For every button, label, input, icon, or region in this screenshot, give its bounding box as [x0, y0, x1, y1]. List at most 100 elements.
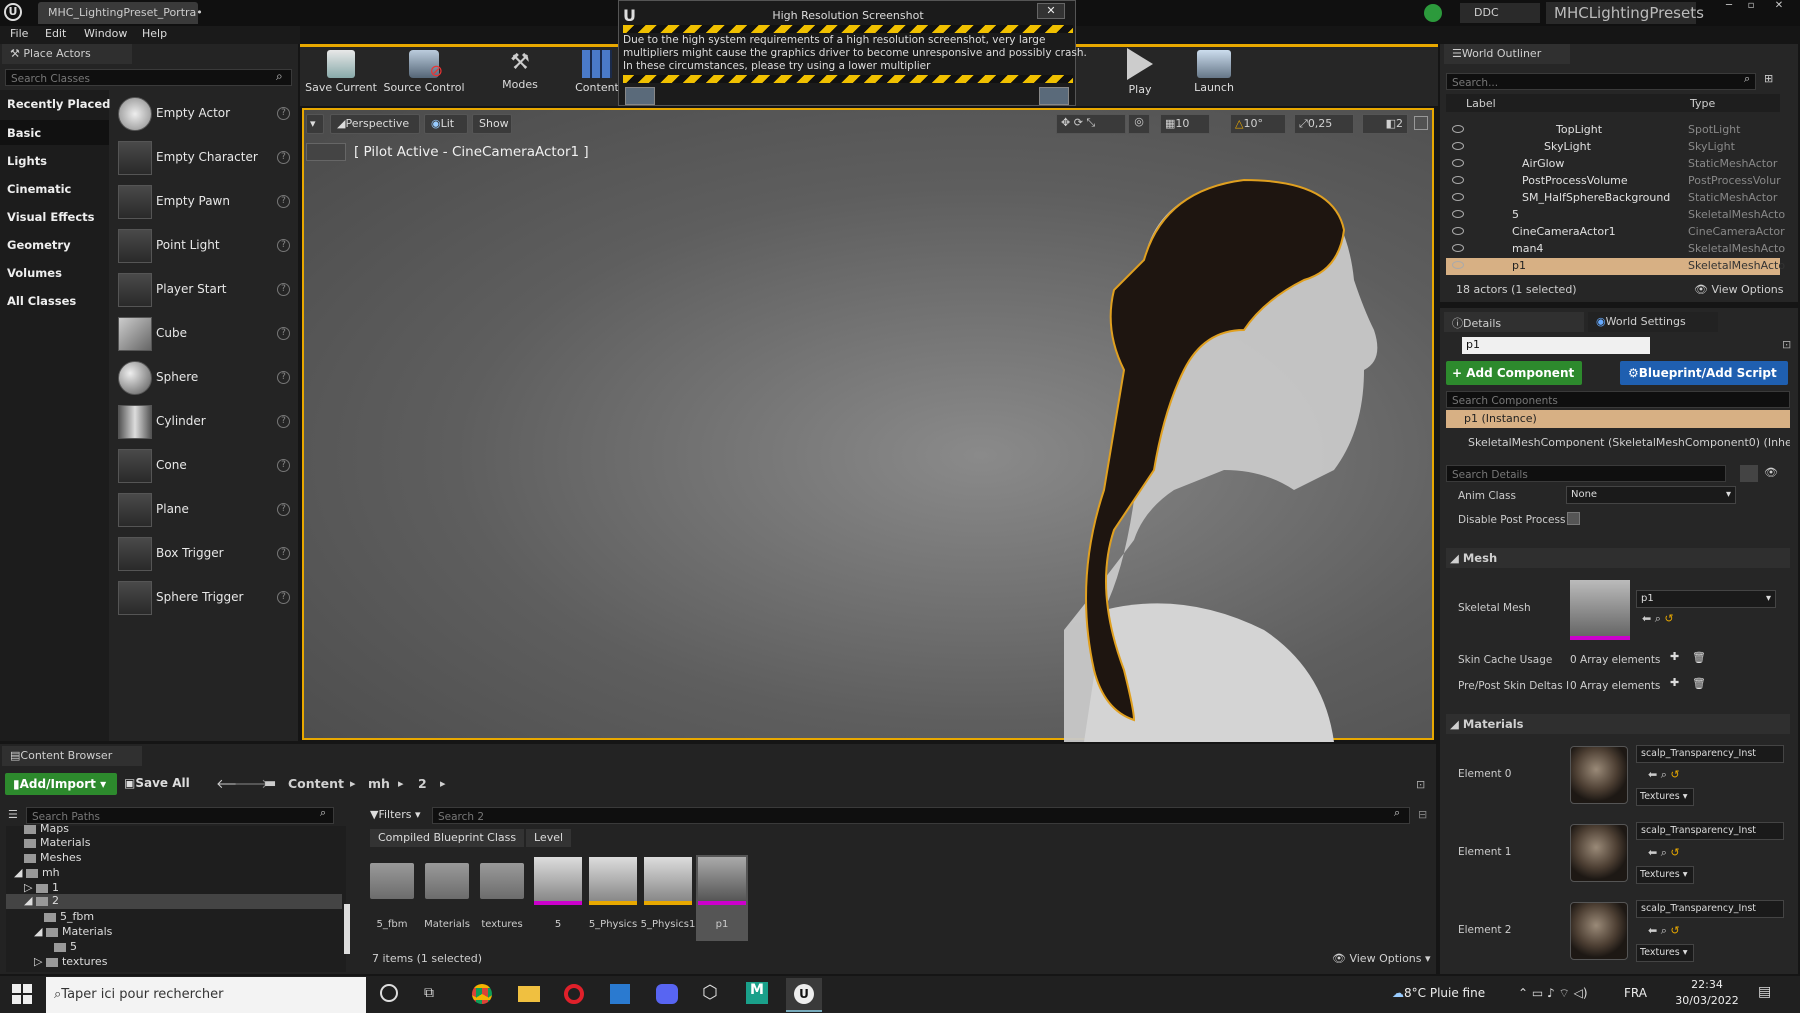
visibility-eye-icon[interactable] — [1452, 261, 1464, 269]
asset-folder[interactable]: textures — [476, 855, 528, 941]
task-view-icon[interactable]: ⧉ — [424, 985, 434, 1001]
lock-icon[interactable]: ⊡ — [1416, 778, 1425, 791]
asset-search-input[interactable]: Search 2 — [432, 807, 1410, 824]
category-all-classes[interactable]: All Classes — [7, 294, 76, 308]
actor-cylinder[interactable]: Cylinder? — [116, 403, 292, 443]
save-current-button[interactable]: Save Current — [304, 46, 378, 94]
filter-chip-level[interactable]: Level — [526, 829, 572, 847]
breadcrumb-separator[interactable]: ▸ — [398, 777, 404, 790]
menu-help[interactable]: Help — [142, 27, 167, 40]
details-tab[interactable]: ⓘ Details — [1444, 312, 1584, 332]
tree-item-selected[interactable]: ◢ 2 — [6, 894, 342, 909]
visibility-eye-icon[interactable] — [1452, 193, 1464, 201]
metahuman-icon[interactable]: M — [746, 982, 768, 1004]
search-classes-input[interactable]: Search Classes — [5, 69, 292, 86]
outliner-view-options[interactable]: 👁 View Options — [1694, 283, 1784, 296]
component-row[interactable]: SkeletalMeshComponent (SkeletalMeshCompo… — [1468, 436, 1790, 449]
lock-icon[interactable]: ⊡ — [1782, 338, 1791, 351]
eye-filter-icon[interactable]: 👁 — [1764, 466, 1778, 479]
cortana-icon[interactable] — [380, 984, 398, 1002]
filter-chip-compiled-blueprint[interactable]: Compiled Blueprint Class — [370, 829, 525, 847]
world-local-icon[interactable]: ◎ — [1128, 114, 1150, 134]
outliner-row-selected[interactable]: p1 SkeletalMeshActo — [1446, 258, 1785, 275]
category-geometry[interactable]: Geometry — [7, 238, 71, 252]
visibility-eye-icon[interactable] — [1452, 227, 1464, 235]
tree-scrollbar[interactable] — [344, 904, 350, 954]
help-icon[interactable]: ? — [277, 239, 290, 252]
delete-icon[interactable]: 🗑 — [1692, 677, 1706, 690]
breadcrumb-separator[interactable]: ▸ — [350, 777, 356, 790]
textures-dropdown[interactable]: Textures ▾ — [1636, 866, 1694, 884]
outliner-row[interactable]: CineCameraActor1 CineCameraActor — [1446, 224, 1785, 241]
category-visual-effects[interactable]: Visual Effects — [7, 210, 95, 224]
viewport[interactable] — [302, 108, 1434, 742]
asset-folder[interactable]: Materials — [421, 855, 473, 941]
actor-name-input[interactable]: p1 — [1462, 337, 1650, 354]
maximize-viewport-icon[interactable] — [1414, 116, 1428, 130]
skeletal-mesh-thumbnail[interactable] — [1570, 580, 1630, 640]
outliner-row[interactable]: man4 SkeletalMeshActo — [1446, 241, 1785, 258]
breadcrumb-separator[interactable]: ▸ — [440, 777, 446, 790]
breadcrumb-content[interactable]: Content — [288, 776, 344, 791]
help-icon[interactable]: ? — [277, 591, 290, 604]
add-element-icon[interactable]: ✚ — [1670, 650, 1679, 663]
scale-snap-button[interactable]: ⤢ 0,25 — [1294, 114, 1354, 134]
asset-actions-icons[interactable]: ⬅ ⌕ ↺ — [1648, 846, 1680, 860]
viewport-options-button[interactable]: ▾ — [306, 114, 324, 134]
minimize-button[interactable]: ─ — [1718, 0, 1740, 12]
launch-button[interactable]: Launch — [1184, 46, 1244, 94]
source-control-button[interactable]: ⊘ Source Control — [382, 46, 466, 94]
textures-dropdown[interactable]: Textures ▾ — [1636, 944, 1694, 962]
add-import-button[interactable]: ▮ Add/Import ▾ — [5, 773, 117, 795]
world-outliner-tab[interactable]: ☰ World Outliner — [1444, 44, 1570, 64]
save-all-button[interactable]: ▣ Save All — [124, 776, 190, 790]
anim-class-dropdown[interactable]: None ▾ — [1566, 486, 1736, 504]
visibility-eye-icon[interactable] — [1452, 244, 1464, 252]
asset-actions-icons[interactable]: ⬅ ⌕ ↺ — [1648, 768, 1680, 782]
pilot-camera-icons[interactable] — [306, 143, 346, 161]
material-dropdown[interactable]: scalp_Transparency_Inst — [1636, 822, 1784, 840]
category-cinematic[interactable]: Cinematic — [7, 182, 71, 196]
outliner-row[interactable]: TopLight SpotLight — [1446, 122, 1780, 139]
visibility-eye-icon[interactable] — [1452, 125, 1464, 133]
actor-box-trigger[interactable]: Box Trigger? — [116, 535, 292, 575]
take-screenshot-icon[interactable] — [1039, 87, 1069, 105]
actor-sphere-trigger[interactable]: Sphere Trigger? — [116, 579, 292, 619]
help-icon[interactable]: ? — [277, 151, 290, 164]
menu-window[interactable]: Window — [84, 27, 127, 40]
category-volumes[interactable]: Volumes — [7, 266, 62, 280]
menu-file[interactable]: File — [10, 27, 28, 40]
tree-item[interactable]: Materials — [24, 836, 90, 849]
skeletal-mesh-dropdown[interactable]: p1 ▾ — [1636, 590, 1776, 608]
search-paths-input[interactable]: Search Paths — [26, 807, 334, 824]
notifications-icon[interactable]: ▤ — [1758, 984, 1771, 1000]
property-matrix-icon[interactable] — [1740, 465, 1758, 482]
opera-icon[interactable] — [564, 984, 584, 1004]
document-tab[interactable]: MHC_LightingPreset_Portra• — [38, 2, 203, 24]
place-actors-tab[interactable]: ⚒ Place Actors — [2, 44, 132, 64]
help-icon[interactable]: ? — [277, 327, 290, 340]
filters-button[interactable]: ▼Filters ▾ — [370, 808, 420, 821]
dialog-close-button[interactable]: ✕ — [1037, 3, 1065, 19]
column-type[interactable]: Type — [1690, 97, 1715, 110]
help-icon[interactable]: ? — [277, 371, 290, 384]
ddc-button[interactable]: DDC — [1460, 3, 1540, 23]
tree-item[interactable]: ▷ 1 — [24, 881, 59, 894]
material-dropdown[interactable]: scalp_Transparency_Inst — [1636, 900, 1784, 918]
textures-dropdown[interactable]: Textures ▾ — [1636, 788, 1694, 806]
save-search-icon[interactable]: ⊟ — [1418, 808, 1427, 821]
actor-player-start[interactable]: Player Start? — [116, 271, 292, 311]
chrome-icon[interactable] — [472, 984, 492, 1004]
grid-snap-button[interactable]: ▦ 10 — [1160, 114, 1210, 134]
help-icon[interactable]: ? — [277, 459, 290, 472]
camera-speed-button[interactable]: ◧ 2 — [1362, 114, 1408, 134]
language-indicator[interactable]: FRA — [1624, 986, 1647, 1000]
help-icon[interactable]: ? — [277, 547, 290, 560]
source-control-status-icon[interactable] — [1424, 4, 1442, 22]
actor-cube[interactable]: Cube? — [116, 315, 292, 355]
asset-skeletal-mesh[interactable]: 5 — [532, 855, 584, 941]
asset-folder[interactable]: 5_fbm — [366, 855, 418, 941]
weather-widget[interactable]: ☁ 8°C Pluie fine — [1392, 986, 1485, 1000]
add-component-button[interactable]: + Add Component — [1446, 361, 1582, 385]
material-thumbnail[interactable] — [1570, 902, 1628, 960]
